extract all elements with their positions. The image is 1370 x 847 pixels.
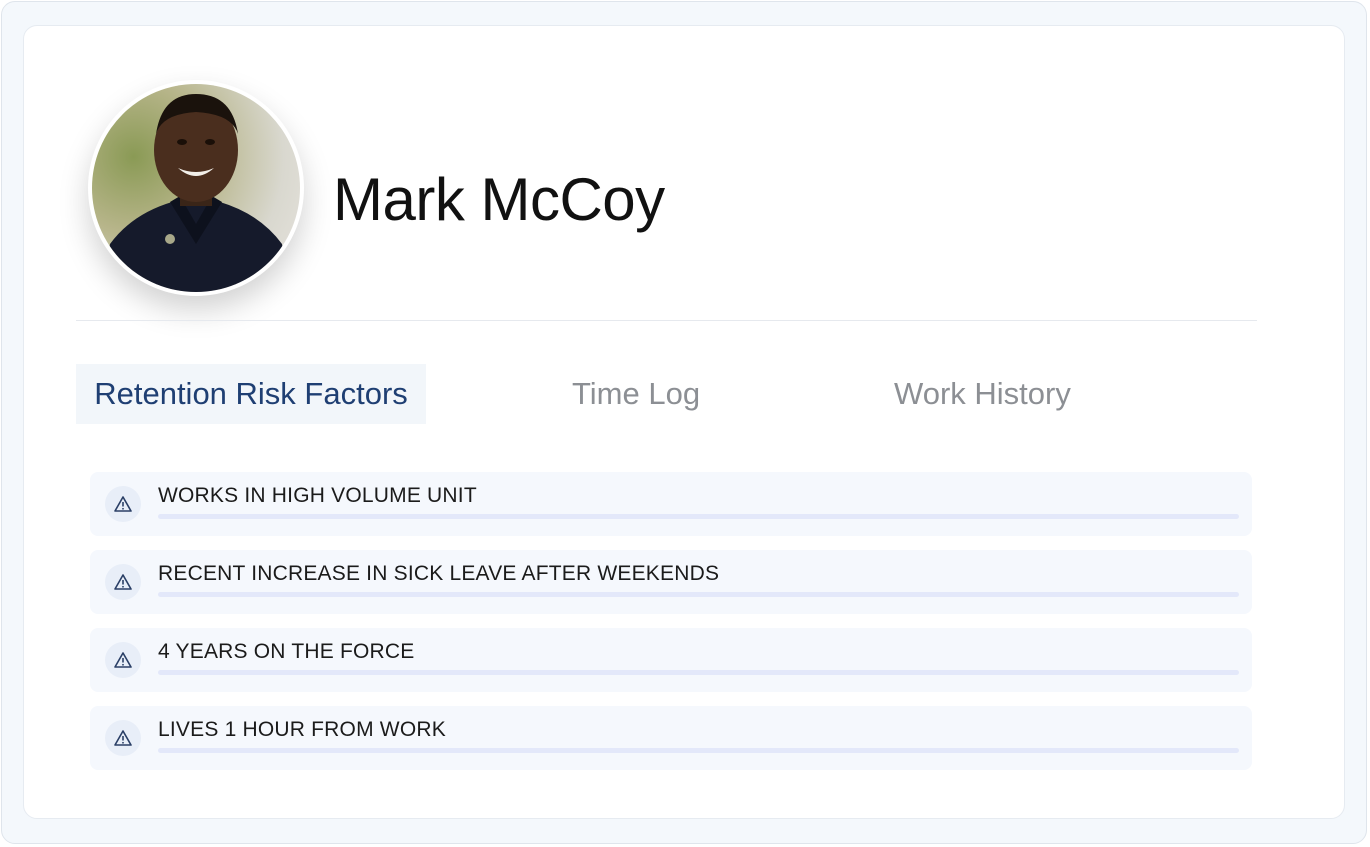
- warning-triangle-icon: [105, 564, 141, 600]
- risk-factor-item: LIVES 1 HOUR FROM WORK: [90, 706, 1252, 770]
- tab-time-log[interactable]: Time Log: [572, 364, 700, 424]
- avatar-photo: [92, 84, 300, 292]
- risk-factor-bar: [158, 670, 1239, 675]
- tab-retention-risk-factors[interactable]: Retention Risk Factors: [76, 364, 426, 424]
- header-divider: [76, 320, 1257, 321]
- risk-factor-label: LIVES 1 HOUR FROM WORK: [158, 718, 446, 741]
- warning-triangle-icon: [105, 720, 141, 756]
- risk-factor-bar: [158, 514, 1239, 519]
- avatar: [88, 80, 304, 296]
- warning-triangle-icon: [105, 642, 141, 678]
- warning-triangle-icon: [105, 486, 141, 522]
- person-photo-icon: [102, 94, 290, 292]
- profile-name: Mark McCoy: [333, 166, 665, 233]
- risk-factor-item: WORKS IN HIGH VOLUME UNIT: [90, 472, 1252, 536]
- risk-factor-label: RECENT INCREASE IN SICK LEAVE AFTER WEEK…: [158, 562, 720, 585]
- risk-factor-bar: [158, 748, 1239, 753]
- risk-factor-label: 4 YEARS ON THE FORCE: [158, 640, 415, 663]
- risk-factor-label: WORKS IN HIGH VOLUME UNIT: [158, 484, 477, 507]
- risk-factor-bar: [158, 592, 1239, 597]
- risk-factor-item: RECENT INCREASE IN SICK LEAVE AFTER WEEK…: [90, 550, 1252, 614]
- risk-factor-item: 4 YEARS ON THE FORCE: [90, 628, 1252, 692]
- tab-work-history[interactable]: Work History: [894, 364, 1071, 424]
